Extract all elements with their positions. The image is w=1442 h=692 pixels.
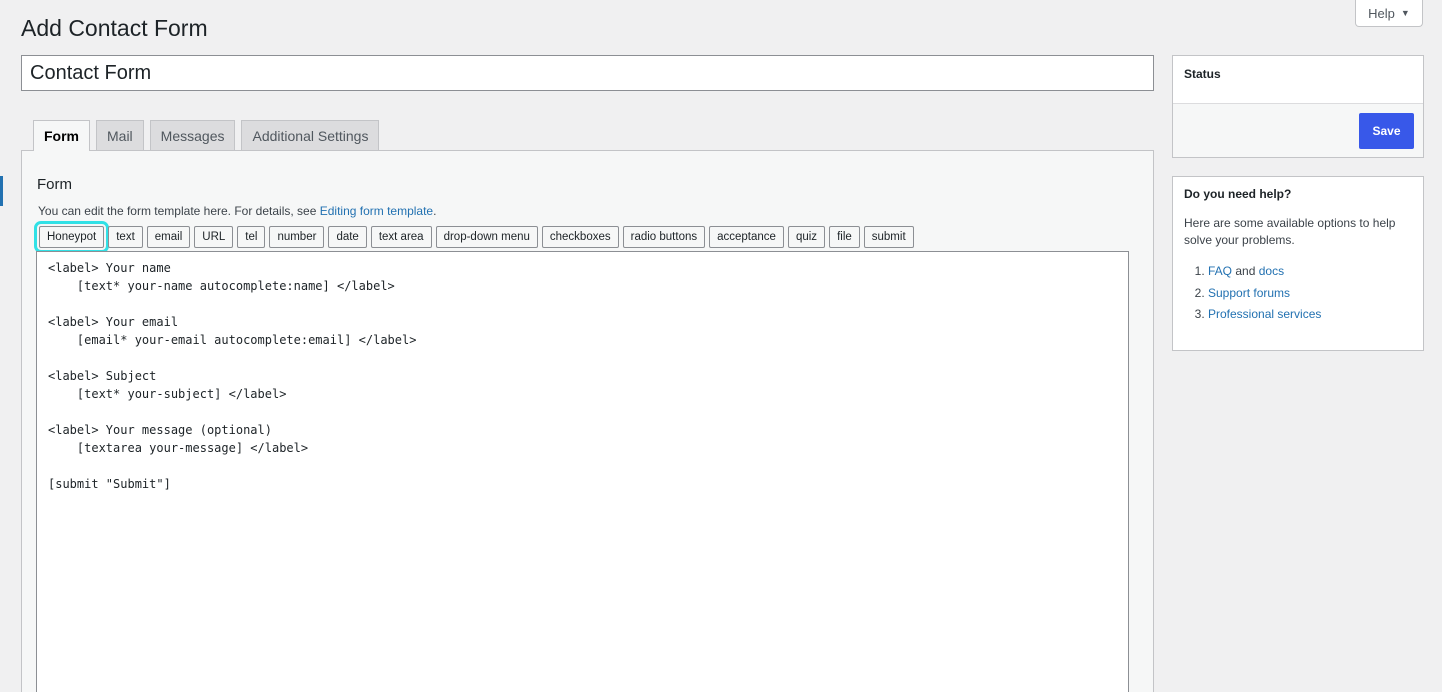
status-title: Status (1184, 67, 1221, 81)
form-template-textarea[interactable] (36, 251, 1129, 692)
help-and-text: and (1232, 264, 1259, 278)
status-actions: Save (1173, 103, 1423, 157)
tag-button-url[interactable]: URL (194, 226, 234, 248)
help-box-text: Here are some available options to help … (1184, 216, 1396, 247)
tag-button-drop-down-menu[interactable]: drop-down menu (435, 226, 538, 248)
tag-button-text-area[interactable]: text area (370, 226, 432, 248)
editing-form-template-link[interactable]: Editing form template (320, 204, 433, 218)
tag-button-quiz[interactable]: quiz (787, 226, 826, 248)
tag-button-radio-buttons[interactable]: radio buttons (622, 226, 706, 248)
form-panel-description: You can edit the form template here. For… (38, 204, 436, 218)
form-title-input[interactable] (21, 55, 1154, 91)
tag-button-text[interactable]: text (108, 226, 143, 248)
tab-form[interactable]: Form (33, 120, 90, 151)
tag-button-date[interactable]: date (328, 226, 367, 248)
status-box: Status Save (1172, 55, 1424, 158)
tab-mail[interactable]: Mail (96, 120, 144, 150)
editor-tabs: Form Mail Messages Additional Settings (33, 120, 380, 151)
help-list-item: Support forums (1208, 283, 1412, 305)
faq-link[interactable]: FAQ (1208, 264, 1232, 278)
help-box: Do you need help? Here are some availabl… (1172, 176, 1424, 351)
form-panel: Form You can edit the form template here… (21, 150, 1154, 692)
help-list-item: Professional services (1208, 304, 1412, 326)
tag-button-acceptance[interactable]: acceptance (709, 226, 784, 248)
tag-button-number[interactable]: number (269, 226, 325, 248)
page-title: Add Contact Form (21, 15, 208, 41)
tag-button-tel[interactable]: tel (237, 226, 266, 248)
help-options-list: FAQ and docs Support forums Professional… (1184, 261, 1412, 326)
description-text: You can edit the form template here. For… (38, 204, 320, 218)
tag-button-submit[interactable]: submit (863, 226, 914, 248)
admin-menu-edge (0, 176, 3, 206)
help-tab-button[interactable]: Help ▼ (1355, 0, 1423, 27)
page: Help ▼ Add Contact Form Form Mail Messag… (0, 0, 1442, 692)
form-panel-heading: Form (37, 176, 72, 193)
tag-button-checkboxes[interactable]: checkboxes (541, 226, 619, 248)
professional-services-link[interactable]: Professional services (1208, 307, 1321, 321)
tag-generator-bar: Honeypot text email URL tel number date … (33, 221, 914, 253)
tag-button-honeypot[interactable]: Honeypot (33, 221, 110, 253)
tag-button-file[interactable]: file (829, 226, 860, 248)
help-list-item: FAQ and docs (1208, 261, 1412, 283)
docs-link[interactable]: docs (1259, 264, 1284, 278)
tab-additional-settings[interactable]: Additional Settings (241, 120, 380, 150)
tab-messages[interactable]: Messages (149, 120, 236, 150)
tag-button-email[interactable]: email (146, 226, 191, 248)
support-forums-link[interactable]: Support forums (1208, 286, 1290, 300)
description-suffix: . (433, 204, 437, 218)
help-box-title: Do you need help? (1184, 187, 1292, 201)
save-button[interactable]: Save (1359, 113, 1414, 149)
help-tab-label: Help (1368, 5, 1395, 21)
caret-down-icon: ▼ (1400, 8, 1410, 18)
